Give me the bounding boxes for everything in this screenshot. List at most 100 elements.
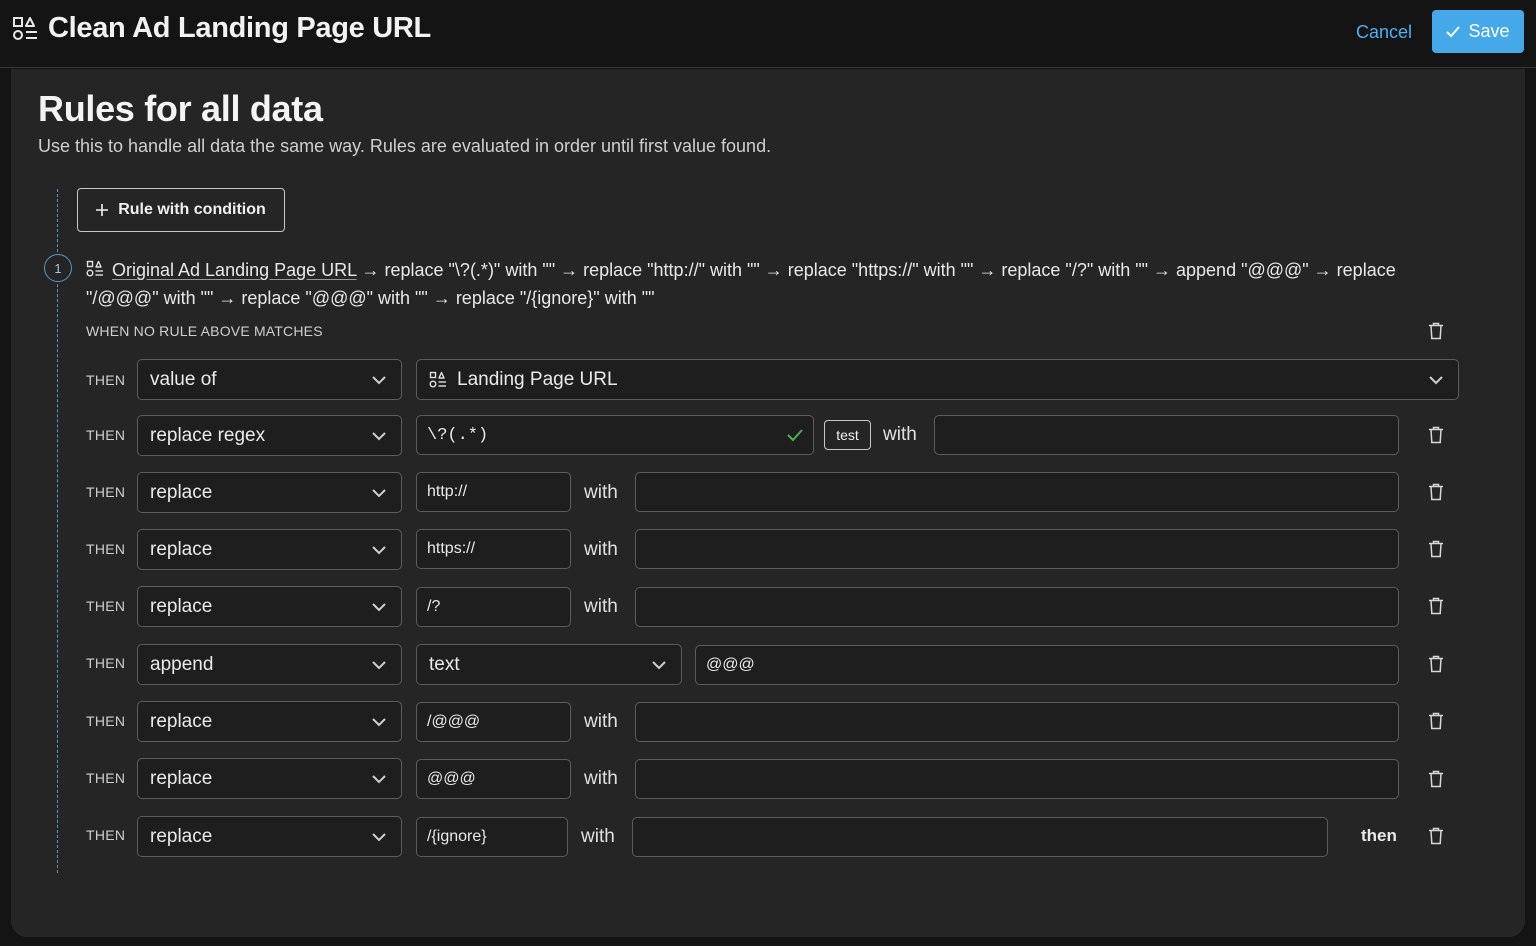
- delete-step-icon[interactable]: [1428, 426, 1444, 444]
- find-input[interactable]: http://: [416, 472, 571, 512]
- operation-value: replace regex: [150, 424, 266, 446]
- page-title: Clean Ad Landing Page URL: [48, 12, 431, 44]
- field-type-icon: [13, 17, 37, 40]
- chevron-down-icon: [372, 546, 386, 555]
- test-regex-button[interactable]: test: [824, 420, 871, 450]
- delete-step-icon[interactable]: [1428, 712, 1444, 730]
- replacement-input[interactable]: [635, 587, 1399, 627]
- save-button-label: Save: [1468, 21, 1510, 41]
- plus-icon: [96, 204, 109, 216]
- section-description: Use this to handle all data the same way…: [38, 136, 772, 156]
- chevron-down-icon: [372, 833, 386, 842]
- operation-value: value of: [150, 368, 217, 390]
- operation-select[interactable]: replace regex: [137, 415, 402, 456]
- replacement-input[interactable]: [635, 702, 1399, 742]
- with-label: with: [584, 711, 618, 732]
- rule-step-number: 1: [44, 254, 72, 282]
- append-value-input[interactable]: @@@: [695, 645, 1399, 685]
- then-label: THEN: [86, 655, 126, 671]
- append-value: @@@: [706, 656, 755, 673]
- find-value: @@@: [427, 770, 476, 787]
- chevron-down-icon: [1429, 376, 1443, 385]
- find-value: http://: [427, 483, 468, 500]
- find-input[interactable]: https://: [416, 529, 571, 569]
- operation-select[interactable]: replace: [137, 472, 402, 513]
- regex-pattern-value: \?(.*): [427, 425, 489, 445]
- delete-step-icon[interactable]: [1428, 770, 1444, 788]
- save-button[interactable]: Save: [1432, 10, 1524, 53]
- find-input[interactable]: /@@@: [416, 702, 571, 742]
- chevron-down-icon: [372, 376, 386, 385]
- with-label: with: [584, 768, 618, 789]
- chevron-down-icon: [372, 603, 386, 612]
- regex-pattern-input[interactable]: \?(.*): [416, 415, 814, 455]
- replacement-input[interactable]: [635, 472, 1399, 512]
- then-label: THEN: [86, 372, 126, 388]
- delete-step-icon[interactable]: [1428, 827, 1444, 845]
- value-type-select[interactable]: text: [416, 644, 682, 685]
- delete-rule-icon[interactable]: [1428, 322, 1444, 340]
- operation-select[interactable]: replace: [137, 758, 402, 799]
- then-label: THEN: [86, 713, 126, 729]
- with-label: with: [584, 596, 618, 617]
- operation-value: replace: [150, 825, 213, 847]
- delete-step-icon[interactable]: [1428, 597, 1444, 615]
- rule-summary: Original Ad Landing Page URL → replace "…: [86, 256, 1436, 312]
- operation-select[interactable]: replace: [137, 529, 402, 570]
- chevron-down-icon: [372, 775, 386, 784]
- valid-check-icon: [787, 429, 803, 442]
- source-field-select[interactable]: Landing Page URL: [416, 359, 1459, 400]
- delete-step-icon[interactable]: [1428, 483, 1444, 501]
- find-value: /{ignore}: [427, 828, 487, 845]
- add-rule-with-condition-button[interactable]: Rule with condition: [77, 188, 285, 232]
- with-label: with: [584, 539, 618, 560]
- find-value: https://: [427, 540, 476, 557]
- find-input[interactable]: @@@: [416, 759, 571, 799]
- then-label: THEN: [86, 541, 126, 557]
- chevron-down-icon: [372, 432, 386, 441]
- operation-value: append: [150, 653, 214, 675]
- chevron-down-icon: [372, 718, 386, 727]
- find-value: /@@@: [427, 713, 481, 730]
- replacement-input[interactable]: [934, 415, 1399, 455]
- add-rule-label: Rule with condition: [118, 201, 266, 218]
- operation-select[interactable]: replace: [137, 816, 402, 857]
- operation-value: replace: [150, 595, 213, 617]
- with-label: with: [581, 826, 615, 847]
- delete-step-icon[interactable]: [1428, 540, 1444, 558]
- source-field-value: Landing Page URL: [457, 368, 618, 390]
- value-type-value: text: [429, 653, 460, 675]
- replacement-input[interactable]: [635, 529, 1399, 569]
- field-type-icon: [429, 371, 446, 387]
- replacement-input[interactable]: [635, 759, 1399, 799]
- chevron-down-icon: [372, 661, 386, 670]
- operation-select[interactable]: replace: [137, 701, 402, 742]
- section-heading: Rules for all data: [38, 88, 323, 129]
- source-field-link[interactable]: Original Ad Landing Page URL: [112, 260, 357, 280]
- find-input[interactable]: /?: [416, 587, 571, 627]
- operation-value: replace: [150, 538, 213, 560]
- chevron-down-icon: [652, 661, 666, 670]
- replacement-input[interactable]: [632, 817, 1328, 857]
- then-label: THEN: [86, 484, 126, 500]
- with-label: with: [883, 424, 917, 445]
- field-type-icon: [86, 260, 103, 277]
- chevron-down-icon: [372, 489, 386, 498]
- cancel-button[interactable]: Cancel: [1346, 19, 1422, 45]
- top-bar: Clean Ad Landing Page URL Cancel Save: [0, 0, 1536, 68]
- then-label: THEN: [86, 427, 126, 443]
- find-input[interactable]: /{ignore}: [416, 817, 568, 857]
- operation-value: replace: [150, 767, 213, 789]
- operation-select[interactable]: value of: [137, 359, 402, 400]
- fallback-label: WHEN NO RULE ABOVE MATCHES: [86, 323, 323, 339]
- check-icon: [1446, 25, 1461, 37]
- add-then-step-link[interactable]: then: [1361, 826, 1397, 846]
- with-label: with: [584, 482, 618, 503]
- operation-select[interactable]: replace: [137, 586, 402, 627]
- find-value: /?: [427, 598, 441, 615]
- then-label: THEN: [86, 827, 126, 843]
- operation-value: replace: [150, 481, 213, 503]
- delete-step-icon[interactable]: [1428, 655, 1444, 673]
- operation-select[interactable]: append: [137, 644, 402, 685]
- operation-value: replace: [150, 710, 213, 732]
